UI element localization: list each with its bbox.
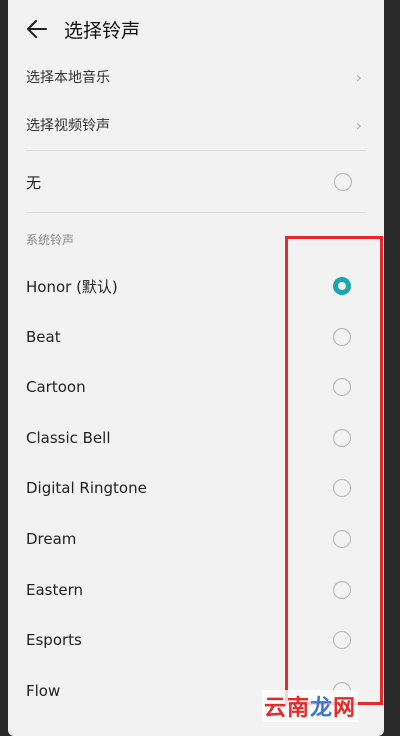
ringtone-item[interactable]: Eastern [8, 568, 384, 612]
watermark-text-1: 云南 [264, 696, 311, 721]
ringtone-label: Esports [26, 631, 82, 650]
ringtone-item[interactable]: Dream [8, 517, 384, 561]
radio-button[interactable] [333, 479, 351, 498]
radio-button[interactable] [333, 327, 351, 346]
section-title: 系统铃声 [26, 233, 75, 247]
radio-button[interactable] [334, 173, 352, 191]
watermark-text-2: 龙 [310, 696, 334, 721]
ringtone-label: Cartoon [26, 378, 86, 397]
ringtone-item[interactable]: Cartoon [8, 365, 384, 409]
page-title: 选择铃声 [64, 19, 141, 42]
select-local-music-label: 选择本地音乐 [26, 70, 110, 86]
radio-button[interactable] [333, 530, 351, 548]
ringtone-none-item[interactable]: 无 [8, 160, 384, 204]
header: 选择铃声 [8, 0, 384, 58]
select-video-ringtone-label: 选择视频铃声 [26, 118, 110, 134]
ringtone-label: Dream [26, 530, 77, 548]
ringtone-label: Eastern [26, 580, 84, 599]
watermark: 云南龙网 [262, 690, 359, 722]
ringtone-item[interactable]: Beat [8, 315, 384, 359]
ringtone-item[interactable]: Digital Ringtone [8, 466, 384, 510]
back-button[interactable] [20, 12, 54, 46]
ringtone-label: Honor (默认) [26, 277, 118, 296]
divider [26, 212, 366, 213]
ringtone-label: Classic Bell [26, 428, 111, 447]
ringtone-item[interactable]: Esports [8, 618, 384, 662]
radio-button[interactable] [333, 428, 351, 447]
chevron-right-icon: › [355, 67, 362, 87]
select-local-music-item[interactable]: 选择本地音乐 › [8, 55, 384, 99]
back-arrow-icon [27, 20, 47, 38]
ringtone-label: Digital Ringtone [26, 479, 147, 498]
ringtone-none-label: 无 [26, 173, 42, 192]
chevron-right-icon: › [355, 115, 362, 135]
select-video-ringtone-item[interactable]: 选择视频铃声 › [8, 103, 384, 147]
radio-button[interactable] [333, 378, 351, 397]
radio-button[interactable] [333, 631, 351, 650]
watermark-text-3: 网 [333, 696, 357, 721]
radio-button[interactable] [333, 580, 351, 599]
ringtone-label: Beat [26, 327, 61, 346]
divider [26, 150, 366, 151]
radio-button-selected[interactable] [333, 277, 351, 295]
ringtone-screen: 选择铃声 选择本地音乐 › 选择视频铃声 › 无 系统铃声 Honor (默认)… [8, 0, 384, 736]
ringtone-item[interactable]: Honor (默认) [8, 264, 384, 308]
ringtone-item[interactable]: Classic Bell [8, 416, 384, 460]
